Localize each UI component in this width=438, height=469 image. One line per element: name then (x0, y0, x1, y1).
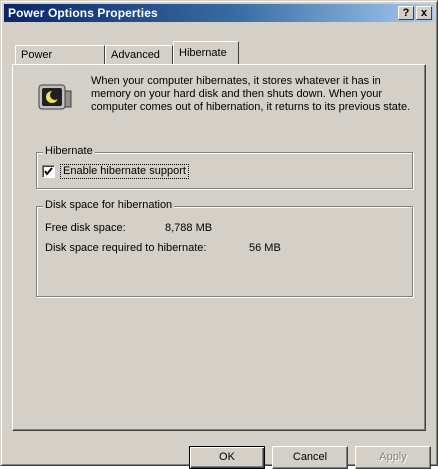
free-space-value: 8,788 MB (165, 222, 213, 234)
hibernate-description: When your computer hibernates, it stores… (91, 75, 411, 113)
hibernate-group-title: Hibernate (43, 145, 95, 157)
required-space-label: Disk space required to hibernate: (45, 242, 207, 254)
enable-hibernate-label[interactable]: Enable hibernate support (60, 164, 189, 179)
hibernate-tab-panel: When your computer hibernates, it stores… (12, 64, 426, 431)
hibernate-groupbox: Hibernate Enable hibernate support (36, 145, 413, 189)
window-title: Power Options Properties (8, 6, 158, 20)
close-button[interactable]: x (416, 6, 432, 20)
tab-hibernate[interactable]: Hibernate (173, 41, 239, 64)
tab-label: Advanced (111, 49, 160, 61)
hibernate-computer-icon (37, 83, 73, 116)
tab-label: Hibernate (179, 47, 227, 59)
tab-power-schemes[interactable]: Power Schemes (15, 45, 105, 79)
checkmark-icon (44, 167, 53, 176)
title-bar[interactable]: Power Options Properties ? x (4, 4, 434, 22)
free-space-label: Free disk space: (45, 222, 126, 234)
help-button[interactable]: ? (398, 6, 414, 20)
disk-space-groupbox: Disk space for hibernation Free disk spa… (36, 199, 413, 297)
power-options-dialog: Power Options Properties ? x Power Schem… (0, 0, 438, 469)
enable-hibernate-checkbox[interactable] (42, 165, 55, 178)
required-space-value: 56 MB (249, 242, 281, 254)
disk-space-group-title: Disk space for hibernation (43, 199, 175, 211)
tab-advanced[interactable]: Advanced (105, 45, 173, 64)
